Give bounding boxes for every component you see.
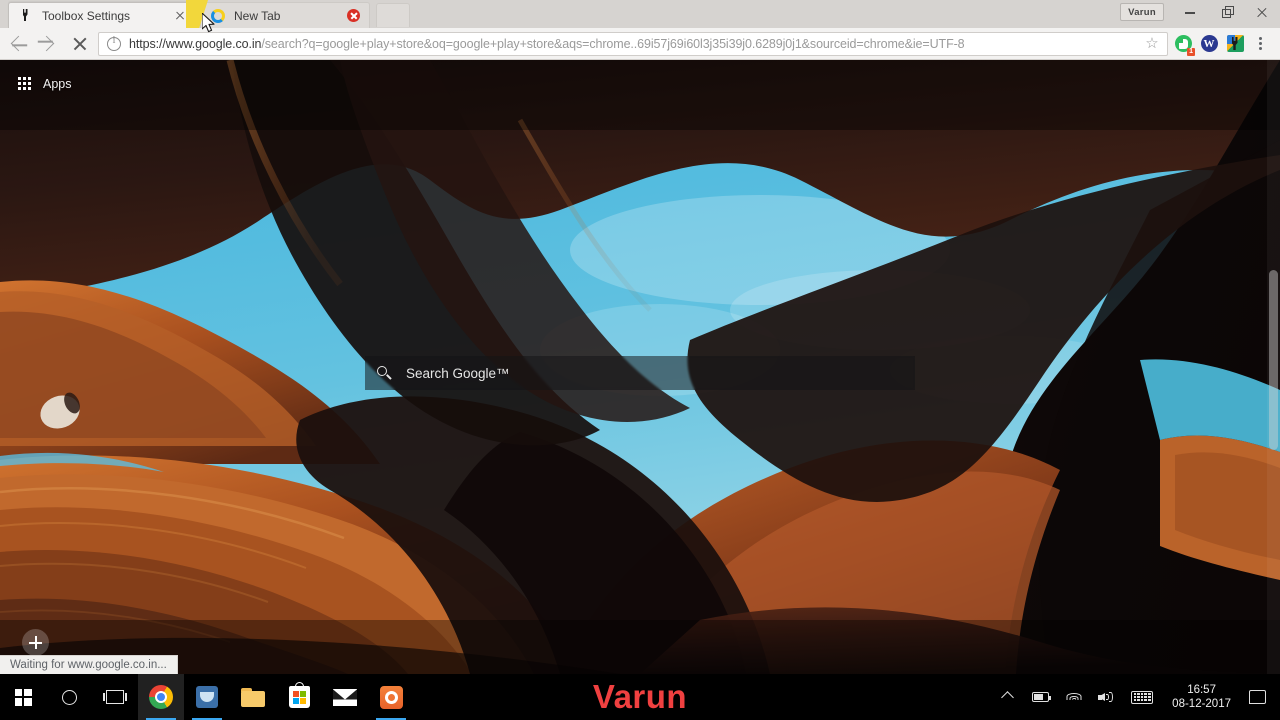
taskbar-microsoft-store[interactable]: [276, 674, 322, 720]
task-view-button[interactable]: [92, 674, 138, 720]
url-text: https://www.google.co.in/search?q=google…: [129, 37, 1141, 51]
taskbar-orange-app[interactable]: [368, 674, 414, 720]
close-window-button[interactable]: [1244, 0, 1280, 26]
search-icon: [377, 365, 392, 381]
profile-button[interactable]: Varun: [1120, 3, 1164, 21]
blue-app-icon: [196, 686, 218, 708]
clock-time: 16:57: [1187, 683, 1216, 696]
clock-date: 08-12-2017: [1172, 698, 1231, 710]
window-controls: [1172, 0, 1280, 26]
search-input[interactable]: Search Google™: [365, 356, 915, 390]
wifi-icon[interactable]: [1058, 674, 1090, 720]
stop-loading-button[interactable]: [64, 28, 96, 60]
taskbar-blue-app[interactable]: [184, 674, 230, 720]
bookmarks-bar: Apps: [0, 60, 1280, 108]
forward-button[interactable]: [32, 28, 64, 60]
evernote-extension-icon[interactable]: 1: [1170, 28, 1196, 60]
extension-letter: W: [1200, 35, 1218, 52]
url-domain: https://www.google.co.in: [129, 36, 262, 51]
tab-title: New Tab: [234, 8, 281, 23]
orange-app-icon: [379, 685, 403, 709]
wikibuy-extension-icon[interactable]: W: [1196, 28, 1222, 60]
minimize-button[interactable]: [1172, 0, 1208, 26]
restore-button[interactable]: [1208, 0, 1244, 26]
apps-shortcut[interactable]: Apps: [18, 77, 72, 91]
toolbox-extension-icon[interactable]: [1222, 28, 1248, 60]
close-tab-icon[interactable]: [347, 9, 360, 22]
system-tray: 16:57 08-12-2017: [991, 674, 1280, 720]
page-scrollbar[interactable]: [1267, 60, 1280, 674]
new-tab-page: Apps Search Google™ Waiting for www.goog…: [0, 60, 1280, 674]
taskbar-mail[interactable]: [322, 674, 368, 720]
show-hidden-icons-button[interactable]: [991, 674, 1023, 720]
status-bar: Waiting for www.google.co.in...: [0, 655, 178, 674]
browser-window: Toolbox Settings New Tab Varun https://w…: [0, 0, 1280, 720]
cortana-button[interactable]: [46, 674, 92, 720]
back-button[interactable]: [0, 28, 32, 60]
taskbar-chrome[interactable]: [138, 674, 184, 720]
tab-strip: Toolbox Settings New Tab Varun: [0, 0, 1280, 28]
bookmark-star-icon[interactable]: ☆: [1141, 36, 1163, 51]
chrome-icon: [149, 685, 173, 709]
extension-badge-count: 1: [1187, 47, 1195, 56]
battery-icon[interactable]: [1023, 674, 1058, 720]
add-shortcut-button[interactable]: [22, 629, 49, 656]
mouse-cursor: [202, 13, 215, 33]
apps-grid-icon: [18, 77, 32, 91]
task-view-icon: [103, 690, 127, 704]
tab-toolbox-settings[interactable]: Toolbox Settings: [8, 2, 196, 28]
browser-toolbar: https://www.google.co.in/search?q=google…: [0, 28, 1280, 60]
taskbar-file-explorer[interactable]: [230, 674, 276, 720]
chrome-menu-button[interactable]: [1248, 28, 1272, 60]
windows-taskbar: Varun 16:57 08-12-2017: [0, 674, 1280, 720]
toolbox-icon: [18, 8, 34, 24]
watermark-text: Varun: [592, 678, 688, 715]
clock[interactable]: 16:57 08-12-2017: [1172, 683, 1231, 712]
tab-title: Toolbox Settings: [42, 8, 131, 23]
address-bar[interactable]: https://www.google.co.in/search?q=google…: [98, 31, 1168, 56]
action-center-button[interactable]: [1241, 674, 1280, 720]
volume-icon[interactable]: [1090, 674, 1122, 720]
tab-new-tab[interactable]: New Tab: [200, 2, 370, 28]
status-text: Waiting for www.google.co.in...: [10, 659, 167, 671]
store-bag-icon: [288, 682, 310, 708]
start-button[interactable]: [0, 674, 46, 720]
search-placeholder: Search Google™: [406, 365, 510, 381]
folder-icon: [241, 687, 265, 707]
new-tab-button[interactable]: [376, 3, 410, 27]
cortana-circle-icon: [61, 689, 77, 705]
keyboard-icon[interactable]: [1122, 674, 1162, 720]
apps-label: Apps: [43, 77, 72, 91]
envelope-icon: [333, 688, 357, 706]
windows-logo-icon: [14, 688, 32, 706]
url-path: /search?q=google+play+store&oq=google+pl…: [261, 36, 965, 51]
close-tab-icon[interactable]: [172, 8, 188, 24]
info-icon[interactable]: [107, 35, 121, 51]
scrollbar-thumb[interactable]: [1269, 270, 1278, 450]
